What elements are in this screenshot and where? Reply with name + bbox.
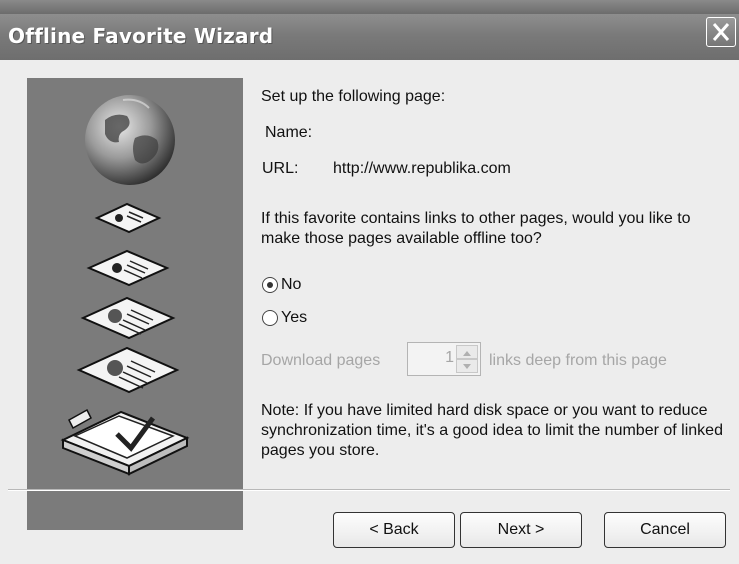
radio-yes[interactable] (262, 310, 278, 326)
close-button[interactable] (706, 17, 736, 47)
button-separator (8, 489, 730, 491)
offline-question: If this favorite contains links to other… (261, 210, 691, 247)
spinner-down-button[interactable] (456, 359, 478, 373)
spinner-buttons (456, 345, 478, 373)
next-button[interactable]: Next > (460, 512, 582, 548)
back-button[interactable]: < Back (333, 512, 455, 548)
radio-selected-dot (267, 282, 273, 288)
chevron-down-icon (463, 364, 471, 369)
url-value: http://www.republika.com (333, 160, 511, 177)
document-icon (94, 202, 162, 234)
window-top-edge (0, 0, 739, 14)
depth-value[interactable]: 1 (414, 349, 454, 367)
cancel-button[interactable]: Cancel (604, 512, 726, 548)
chevron-up-icon (463, 351, 471, 356)
download-depth-suffix: links deep from this page (489, 352, 667, 369)
spinner-up-button[interactable] (456, 345, 478, 359)
radio-yes-label[interactable]: Yes (281, 308, 307, 328)
setup-heading: Set up the following page: (261, 88, 446, 105)
title-bar[interactable]: Offline Favorite Wizard (0, 14, 739, 60)
radio-no-label[interactable]: No (281, 275, 301, 295)
depth-spinner[interactable]: 1 (407, 342, 481, 376)
wizard-side-panel (27, 78, 243, 530)
disk-space-note: Note: If you have limited hard disk spac… (261, 402, 723, 459)
name-label: Name: (265, 124, 313, 141)
document-stack-icon (60, 408, 190, 476)
wizard-window: Offline Favorite Wizard Set up the follo… (0, 0, 739, 564)
url-label: URL: (262, 160, 299, 177)
download-pages-label: Download pages (261, 352, 381, 369)
radio-no[interactable] (262, 277, 278, 293)
close-icon (712, 23, 730, 41)
globe-icon (85, 95, 175, 185)
window-title: Offline Favorite Wizard (8, 24, 274, 48)
document-icon (80, 296, 176, 340)
document-icon (86, 249, 170, 287)
wizard-illustration (60, 95, 190, 476)
document-icon (76, 346, 180, 394)
